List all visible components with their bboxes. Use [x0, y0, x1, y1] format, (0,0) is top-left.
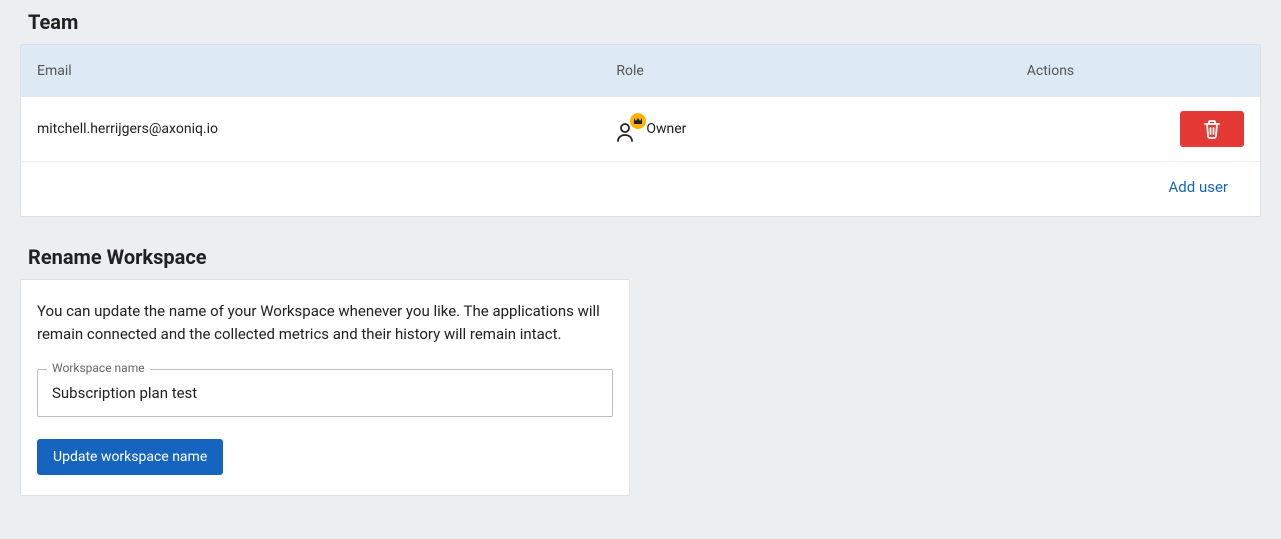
- team-card: Email Role Actions mitchell.herrijgers@a…: [20, 44, 1261, 217]
- add-user-row: Add user: [21, 162, 1260, 216]
- table-row: mitchell.herrijgers@axoniq.io Owner: [21, 97, 1260, 162]
- delete-user-button[interactable]: [1180, 111, 1244, 147]
- team-table-header: Email Role Actions: [21, 45, 1260, 97]
- trash-icon: [1203, 119, 1221, 139]
- header-actions: Actions: [1027, 63, 1244, 79]
- rename-card: You can update the name of your Workspac…: [20, 279, 630, 496]
- crown-icon: [630, 113, 646, 129]
- owner-icon: [616, 116, 638, 142]
- rename-section-title: Rename Workspace: [28, 245, 1261, 269]
- team-section-title: Team: [28, 10, 1261, 34]
- row-role-label: Owner: [646, 121, 686, 137]
- workspace-name-label: Workspace name: [47, 361, 150, 375]
- workspace-name-input[interactable]: [37, 369, 613, 417]
- header-role: Role: [616, 63, 1026, 79]
- add-user-link[interactable]: Add user: [1169, 178, 1228, 196]
- row-role: Owner: [616, 116, 1026, 142]
- update-workspace-name-button[interactable]: Update workspace name: [37, 439, 223, 475]
- row-email: mitchell.herrijgers@axoniq.io: [37, 121, 616, 137]
- rename-description: You can update the name of your Workspac…: [37, 300, 613, 347]
- header-email: Email: [37, 63, 616, 79]
- row-actions: [1027, 111, 1244, 147]
- workspace-name-field-wrap: Workspace name: [37, 369, 613, 417]
